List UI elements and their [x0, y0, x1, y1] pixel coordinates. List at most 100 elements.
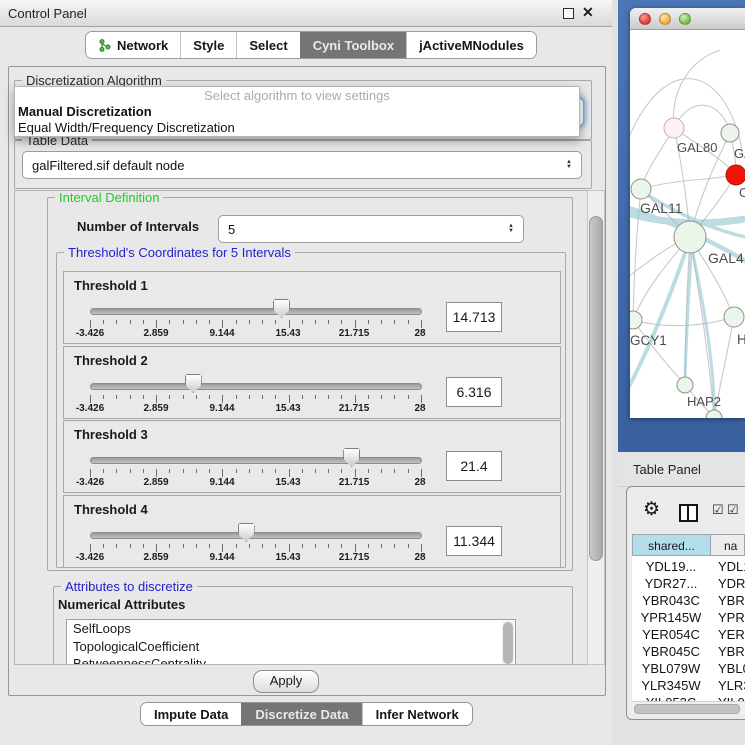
- cell: YDL1: [718, 558, 745, 575]
- threshold-3-panel: Threshold 3 -3.426 2.859 9.144 15.43 21.…: [63, 420, 561, 493]
- column-header-shared-name[interactable]: shared...: [632, 534, 711, 556]
- tick-label: 28: [414, 552, 425, 563]
- threshold-4-slider-track[interactable]: [90, 532, 422, 539]
- tab-select[interactable]: Select: [236, 32, 299, 58]
- threshold-1-label: Threshold 1: [74, 278, 148, 293]
- tab-impute-data-label: Impute Data: [154, 707, 228, 722]
- node-red-selected[interactable]: [726, 165, 745, 185]
- list-item[interactable]: BetweennessCentrality: [67, 655, 515, 665]
- list-scrollbar[interactable]: [502, 621, 514, 665]
- node-gcy1[interactable]: [630, 311, 642, 329]
- cell: YDR27...: [632, 575, 710, 592]
- zoom-traffic-light-icon[interactable]: [679, 13, 691, 25]
- threshold-2-slider-handle[interactable]: [185, 374, 202, 393]
- threshold-1-slider-handle[interactable]: [273, 299, 290, 318]
- cell: YPR145W: [632, 609, 710, 626]
- float-window-icon[interactable]: [563, 8, 574, 19]
- list-item[interactable]: TopologicalCoefficient: [67, 638, 515, 656]
- tab-style[interactable]: Style: [180, 32, 236, 58]
- node-label-h: H: [737, 332, 745, 347]
- tab-jactivemnodules[interactable]: jActiveMNodules: [406, 32, 536, 58]
- node-gal4[interactable]: [674, 221, 706, 253]
- close-traffic-light-icon[interactable]: [639, 13, 651, 25]
- threshold-2-slider-track[interactable]: [90, 383, 422, 390]
- tick-label: 2.859: [143, 403, 168, 414]
- table-row[interactable]: YER054CYER0: [632, 626, 745, 643]
- cell: YLR3: [718, 677, 745, 694]
- threshold-3-value-field[interactable]: 21.4: [446, 451, 502, 481]
- tab-discretize-data[interactable]: Discretize Data: [241, 703, 361, 725]
- table-row[interactable]: YBR045CYBR0: [632, 643, 745, 660]
- close-icon[interactable]: ✕: [582, 4, 594, 21]
- column-header-name[interactable]: na: [710, 534, 745, 556]
- table-row[interactable]: YPR145WYPR1: [632, 609, 745, 626]
- tab-network[interactable]: Network: [86, 32, 180, 58]
- table-row[interactable]: YBL079WYBL0: [632, 660, 745, 677]
- node-gal11[interactable]: [631, 179, 651, 199]
- tab-select-label: Select: [249, 38, 287, 53]
- checkbox-icon[interactable]: ☑: [712, 502, 724, 518]
- threshold-2-value-field[interactable]: 6.316: [446, 377, 502, 407]
- dropdown-option-manual[interactable]: Manual Discretization: [15, 104, 579, 120]
- screen: Control Panel ✕ Network Style Select Cyn…: [0, 0, 745, 745]
- node-label-c: C: [739, 185, 745, 200]
- minimize-traffic-light-icon[interactable]: [659, 13, 671, 25]
- node-attribute-table: shared... na YDL19... YDL1 YDR27...YDR2 Y…: [632, 534, 745, 702]
- table-row[interactable]: YBR043CYBR0: [632, 592, 745, 609]
- threshold-4-slider-handle[interactable]: [238, 523, 255, 542]
- tick-label: 21.715: [339, 403, 370, 414]
- tick-label: -3.426: [76, 477, 104, 488]
- spinner-arrows-icon: ▲▼: [560, 160, 572, 170]
- table-row[interactable]: YDL19... YDL1: [632, 558, 745, 575]
- threshold-4-value-field[interactable]: 11.344: [446, 526, 502, 556]
- tab-cyni-toolbox[interactable]: Cyni Toolbox: [300, 32, 406, 58]
- gear-icon[interactable]: ⚙: [643, 498, 660, 521]
- node-hap2[interactable]: [677, 377, 693, 393]
- num-intervals-select[interactable]: 5 ▲▼: [218, 215, 524, 243]
- numerical-attributes-list: SelfLoops TopologicalCoefficient Between…: [66, 619, 516, 665]
- threshold-4-label: Threshold 4: [74, 502, 148, 517]
- checkbox-icon[interactable]: ☑: [727, 502, 739, 518]
- tick-label: 15.43: [275, 477, 300, 488]
- threshold-2-label: Threshold 2: [74, 353, 148, 368]
- threshold-3-slider-handle[interactable]: [343, 448, 360, 467]
- node-h[interactable]: [724, 307, 744, 327]
- tab-infer-network-label: Infer Network: [376, 707, 459, 722]
- list-item[interactable]: SelfLoops: [67, 620, 515, 638]
- network-canvas[interactable]: GAL80 GA C GAL11 GAL4 GCY1 H HAP2: [630, 30, 745, 418]
- node-label-gal4: GAL4: [708, 250, 744, 266]
- threshold-1-slider-track[interactable]: [90, 308, 422, 315]
- settings-scrollpane: Interval Definition Number of Intervals …: [14, 190, 588, 665]
- num-intervals-value: 5: [228, 222, 235, 237]
- split-columns-icon[interactable]: [679, 504, 698, 522]
- node-label-gal80: GAL80: [677, 140, 717, 155]
- scrollbar-thumb[interactable]: [589, 216, 603, 561]
- table-data-select[interactable]: galFiltered.sif default node ▲▼: [22, 151, 582, 179]
- threshold-3-slider-track[interactable]: [90, 457, 422, 464]
- node-green[interactable]: [721, 124, 739, 142]
- cell: YBL079W: [632, 660, 710, 677]
- table-row[interactable]: YDR27...YDR2: [632, 575, 745, 592]
- table-horizontal-scrollbar[interactable]: [632, 701, 745, 714]
- settings-vertical-scrollbar[interactable]: [587, 190, 605, 665]
- apply-button[interactable]: Apply: [253, 670, 319, 693]
- panel-title: Control Panel: [0, 6, 87, 21]
- top-tabbar: Network Style Select Cyni Toolbox jActiv…: [85, 31, 537, 59]
- scrollbar-thumb[interactable]: [634, 704, 740, 714]
- tick-label: 15.43: [275, 328, 300, 339]
- cell: YDL19...: [632, 558, 710, 575]
- dropdown-option-equal-width[interactable]: Equal Width/Frequency Discretization: [15, 120, 579, 136]
- threshold-1-value-field[interactable]: 14.713: [446, 302, 502, 332]
- thresholds-group-title: Threshold's Coordinates for 5 Intervals: [64, 245, 295, 260]
- cell: YBR0: [718, 592, 745, 609]
- table-row[interactable]: YLR345W YLR3: [632, 677, 745, 694]
- node-label-hap2: HAP2: [687, 394, 721, 409]
- tab-infer-network[interactable]: Infer Network: [362, 703, 472, 725]
- tab-impute-data[interactable]: Impute Data: [141, 703, 241, 725]
- tick-label: -3.426: [76, 552, 104, 563]
- tick-label: 21.715: [339, 477, 370, 488]
- table-panel-title: Table Panel: [618, 462, 701, 477]
- node-pink[interactable]: [664, 118, 684, 138]
- tick-label: -3.426: [76, 328, 104, 339]
- cell: YLR345W: [632, 677, 710, 694]
